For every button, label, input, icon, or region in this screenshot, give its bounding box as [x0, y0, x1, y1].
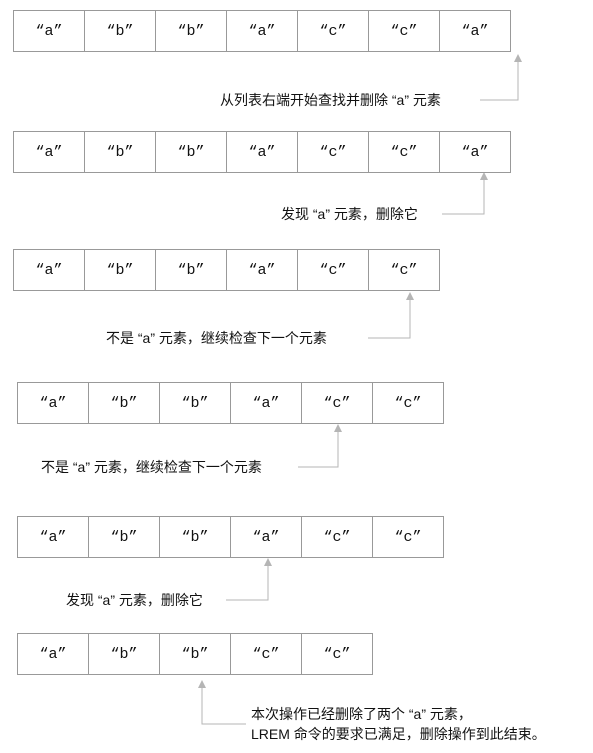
list-row-step-6: “a” “b” “b” “c” “c”	[17, 633, 373, 675]
list-element: “b”	[155, 249, 227, 291]
list-element: “c”	[372, 516, 444, 558]
connector-arrow-1	[480, 54, 522, 101]
list-element: “a”	[13, 249, 85, 291]
list-element: “c”	[368, 10, 440, 52]
list-row-step-4: “a” “b” “b” “a” “c” “c”	[17, 382, 444, 424]
list-element: “a”	[17, 382, 89, 424]
note-line: LREM 命令的要求已满足，删除操作到此结束。	[251, 726, 546, 742]
step-2-note: 发现 “a” 元素，删除它	[281, 204, 418, 224]
list-row-step-3: “a” “b” “b” “a” “c” “c”	[13, 249, 440, 291]
note-line: 从列表右端开始查找并删除 “a” 元素	[220, 92, 441, 108]
connector-arrow-6	[198, 680, 246, 725]
list-element: “a”	[226, 131, 298, 173]
list-element: “c”	[301, 382, 373, 424]
list-element: “b”	[155, 131, 227, 173]
list-element: “c”	[368, 249, 440, 291]
step-3-note: 不是 “a” 元素，继续检查下一个元素	[106, 328, 327, 348]
list-row-step-5: “a” “b” “b” “a” “c” “c”	[17, 516, 444, 558]
list-element: “a”	[439, 131, 511, 173]
list-element: “a”	[439, 10, 511, 52]
list-element: “c”	[301, 516, 373, 558]
list-element: “b”	[88, 633, 160, 675]
list-element: “b”	[159, 516, 231, 558]
list-element: “c”	[301, 633, 373, 675]
list-element: “a”	[13, 10, 85, 52]
list-element: “b”	[84, 131, 156, 173]
note-line: 发现 “a” 元素，删除它	[281, 206, 418, 222]
list-element: “a”	[230, 516, 302, 558]
step-6-note: 本次操作已经删除了两个 “a” 元素， LREM 命令的要求已满足，删除操作到此…	[251, 704, 546, 744]
list-element: “a”	[17, 516, 89, 558]
list-element: “a”	[226, 10, 298, 52]
list-row-step-2: “a” “b” “b” “a” “c” “c” “a”	[13, 131, 511, 173]
list-element: “c”	[297, 131, 369, 173]
connector-arrow-3	[368, 292, 414, 339]
list-element: “a”	[226, 249, 298, 291]
list-element: “c”	[230, 633, 302, 675]
connector-arrow-2	[442, 172, 488, 215]
list-element: “b”	[88, 382, 160, 424]
list-element: “b”	[155, 10, 227, 52]
list-element: “b”	[84, 249, 156, 291]
note-line: 不是 “a” 元素，继续检查下一个元素	[106, 330, 327, 346]
list-element: “b”	[84, 10, 156, 52]
step-4-note: 不是 “a” 元素，继续检查下一个元素	[41, 457, 262, 477]
step-1-note: 从列表右端开始查找并删除 “a” 元素	[220, 90, 441, 110]
list-element: “c”	[372, 382, 444, 424]
list-element: “b”	[159, 382, 231, 424]
list-element: “a”	[230, 382, 302, 424]
note-line: 发现 “a” 元素，删除它	[66, 592, 203, 608]
list-row-step-1: “a” “b” “b” “a” “c” “c” “a”	[13, 10, 511, 52]
list-element: “b”	[159, 633, 231, 675]
list-element: “a”	[13, 131, 85, 173]
connector-arrow-5	[226, 558, 272, 601]
list-element: “c”	[297, 10, 369, 52]
note-line: 不是 “a” 元素，继续检查下一个元素	[41, 459, 262, 475]
connector-arrow-4	[298, 424, 342, 468]
list-element: “b”	[88, 516, 160, 558]
list-element: “c”	[368, 131, 440, 173]
step-5-note: 发现 “a” 元素，删除它	[66, 590, 203, 610]
note-line: 本次操作已经删除了两个 “a” 元素，	[251, 706, 472, 722]
list-element: “a”	[17, 633, 89, 675]
list-element: “c”	[297, 249, 369, 291]
